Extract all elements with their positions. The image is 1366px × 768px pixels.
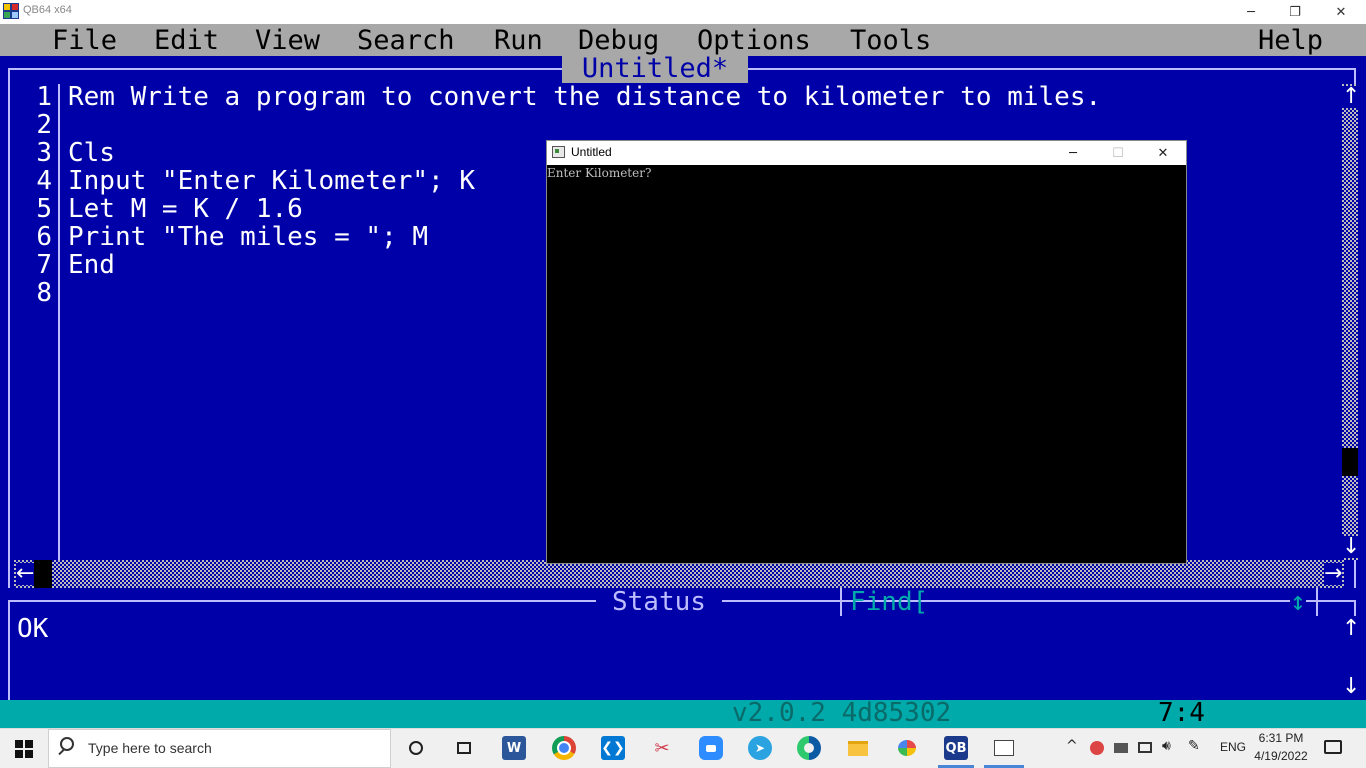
scroll-down-arrow-icon[interactable]: ↓ [1342, 536, 1360, 558]
close-icon: ✕ [1335, 4, 1347, 20]
minimize-icon: ─ [1247, 4, 1255, 20]
status-message: OK [17, 614, 49, 644]
windows-logo-icon [14, 739, 34, 759]
menu-view[interactable]: View [255, 25, 320, 57]
word-icon[interactable]: W [502, 736, 526, 760]
version-text: v2.0.2 4d85302 [732, 698, 952, 728]
editor-vertical-scrollbar[interactable] [1342, 84, 1358, 560]
cursor-position: 7:4 [1158, 698, 1205, 728]
search-placeholder[interactable]: Type here to search [88, 740, 212, 756]
cortana-icon[interactable] [404, 736, 428, 760]
status-scroll-up-arrow-icon[interactable]: ↑ [1342, 618, 1360, 640]
output-minimize-button[interactable]: ─ [1050, 141, 1096, 165]
menu-help[interactable]: Help [1258, 25, 1323, 57]
code-line[interactable]: Print "The miles = "; M [68, 223, 428, 251]
line-number: 2 [36, 110, 52, 140]
language-indicator[interactable]: ENG [1220, 740, 1246, 754]
menu-search[interactable]: Search [357, 25, 455, 57]
maximize-icon: ☐ [1112, 145, 1124, 161]
zoom-icon[interactable] [699, 736, 723, 760]
editor-horizontal-scrollbar[interactable] [14, 560, 1344, 588]
clock-time[interactable]: 6:31 PM [1252, 731, 1310, 745]
output-close-button[interactable]: ✕ [1140, 141, 1186, 165]
qb64-taskbar-icon[interactable]: QB [944, 736, 968, 760]
qb64-app-icon [3, 3, 19, 19]
menu-tools[interactable]: Tools [850, 25, 931, 57]
snipping-tool-icon[interactable]: ✂ [650, 736, 674, 760]
code-line[interactable]: Cls [68, 139, 115, 167]
restore-button[interactable]: ❐ [1272, 0, 1318, 24]
program-output-window[interactable] [546, 140, 1187, 564]
code-line[interactable]: Input "Enter Kilometer"; K [68, 167, 475, 195]
code-line[interactable]: Let M = K / 1.6 [68, 195, 303, 223]
output-window-title: Untitled [571, 145, 612, 159]
status-panel [8, 602, 1356, 700]
minimize-icon: ─ [1069, 145, 1077, 161]
tray-device-icon[interactable] [1114, 743, 1128, 753]
tray-app-icon[interactable] [1090, 741, 1104, 755]
scroll-right-arrow-icon[interactable]: → [1324, 563, 1342, 585]
notification-center-icon[interactable] [1324, 740, 1342, 754]
window-title: QB64 x64 [23, 4, 72, 16]
scroll-left-arrow-icon[interactable]: ← [16, 563, 34, 585]
editor-horizontal-scroll-thumb[interactable] [34, 560, 52, 588]
volume-icon[interactable]: 🔊︎ [1162, 738, 1171, 754]
tray-chevron-icon[interactable]: ^ [1066, 738, 1078, 754]
telegram-icon[interactable]: ➤ [748, 736, 772, 760]
output-window-app-icon [552, 146, 565, 158]
output-console-text: Enter Kilometer? [547, 166, 652, 180]
paint-icon[interactable] [895, 736, 919, 760]
menu-edit[interactable]: Edit [154, 25, 219, 57]
restore-icon: ❐ [1289, 4, 1301, 20]
close-button[interactable]: ✕ [1318, 0, 1364, 24]
task-view-icon[interactable] [452, 736, 476, 760]
status-scroll-down-arrow-icon[interactable]: ↓ [1342, 676, 1360, 698]
line-number: 3 [36, 138, 52, 168]
program-window-taskbar-icon[interactable] [992, 736, 1016, 760]
line-number: 4 [36, 166, 52, 196]
menu-run[interactable]: Run [494, 25, 543, 57]
window-title-bar [0, 0, 1366, 24]
edge-icon[interactable] [797, 736, 821, 760]
menu-file[interactable]: File [52, 25, 117, 57]
output-maximize-button[interactable]: ☐ [1095, 141, 1141, 165]
editor-vertical-scroll-thumb[interactable] [1342, 448, 1358, 476]
close-icon: ✕ [1157, 145, 1169, 161]
line-number: 6 [36, 222, 52, 252]
line-number: 5 [36, 194, 52, 224]
chrome-icon[interactable] [552, 736, 576, 760]
clock-date[interactable]: 4/19/2022 [1252, 749, 1310, 763]
minimize-button[interactable]: ─ [1228, 0, 1274, 24]
network-icon[interactable] [1138, 742, 1152, 753]
scroll-up-arrow-icon[interactable]: ↑ [1342, 86, 1360, 108]
vscode-icon[interactable]: ❮❯ [601, 736, 625, 760]
line-number: 8 [36, 278, 52, 308]
file-explorer-icon[interactable] [846, 736, 870, 760]
code-line[interactable]: Rem Write a program to convert the dista… [68, 83, 1101, 111]
pen-icon[interactable]: ✎ [1188, 738, 1200, 754]
line-number: 1 [36, 82, 52, 112]
start-button[interactable] [0, 729, 48, 768]
document-title: Untitled* [562, 55, 748, 83]
line-number: 7 [36, 250, 52, 280]
code-line[interactable]: End [68, 251, 115, 279]
gutter-divider [58, 84, 60, 560]
